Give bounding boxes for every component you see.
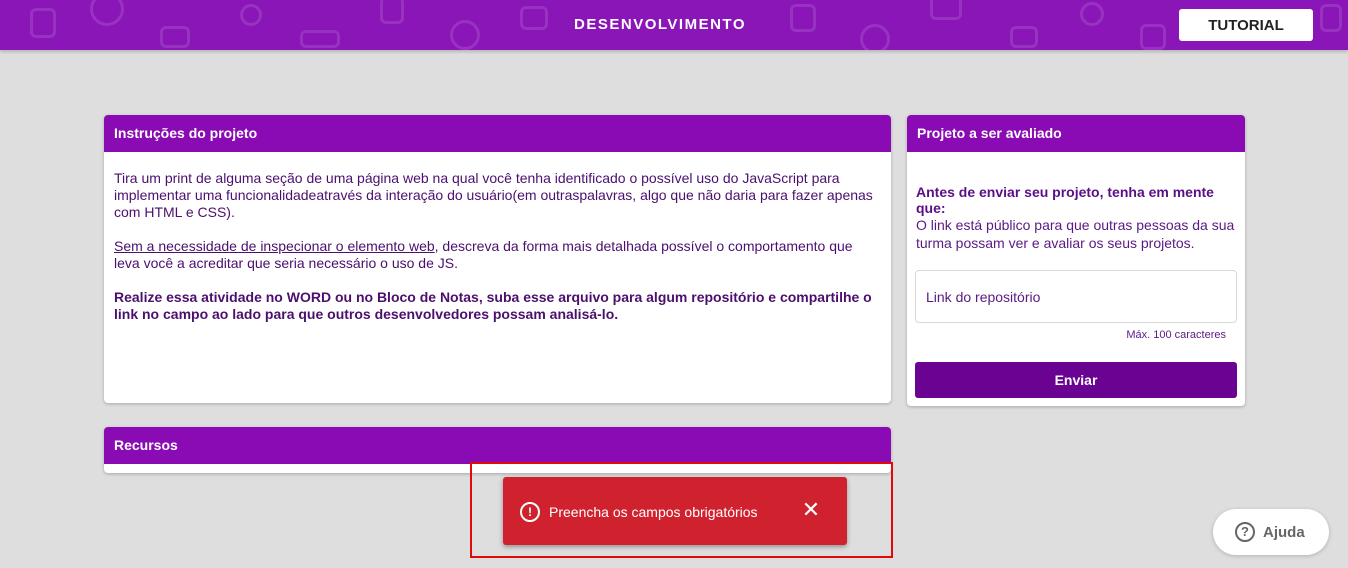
project-title: Projeto a ser avaliado [907, 115, 1245, 152]
page-title: DESENVOLVIMENTO [574, 16, 746, 33]
max-chars-hint: Máx. 100 caracteres [1126, 329, 1226, 341]
pattern-decoration [1320, 4, 1342, 32]
instructions-paragraph-1: Tira um print de alguma seção de uma pág… [114, 170, 873, 220]
toast-message: Preencha os campos obrigatórios [549, 504, 758, 520]
warning-icon: ! [520, 502, 540, 522]
project-hint: O link está público para que outras pess… [916, 217, 1235, 251]
send-button[interactable]: Enviar [915, 362, 1237, 398]
repository-link-input[interactable] [915, 270, 1237, 323]
instructions-title: Instruções do projeto [104, 115, 891, 152]
help-icon: ? [1235, 522, 1255, 542]
resources-title[interactable]: Recursos [104, 427, 891, 464]
project-hint-title: Antes de enviar seu projeto, tenha em me… [916, 184, 1214, 216]
close-icon[interactable]: ✕ [800, 499, 822, 521]
help-button[interactable]: ? Ajuda [1213, 509, 1329, 555]
instructions-card: Instruções do projeto Tira um print de a… [104, 115, 891, 403]
instructions-body: Tira um print de alguma seção de uma pág… [104, 152, 891, 323]
help-label: Ajuda [1263, 524, 1305, 541]
error-toast: ! Preencha os campos obrigatórios ✕ [503, 477, 847, 545]
project-card: Projeto a ser avaliado Antes de enviar s… [907, 115, 1245, 406]
instructions-paragraph-2: Sem a necessidade de inspecionar o eleme… [114, 238, 881, 272]
tutorial-button[interactable]: TUTORIAL [1179, 9, 1313, 41]
top-bar: DESENVOLVIMENTO TUTORIAL [0, 0, 1348, 50]
instructions-paragraph-3: Realize essa atividade no WORD ou no Blo… [114, 289, 872, 322]
instructions-link-text: Sem a necessidade de inspecionar o eleme… [114, 238, 435, 254]
